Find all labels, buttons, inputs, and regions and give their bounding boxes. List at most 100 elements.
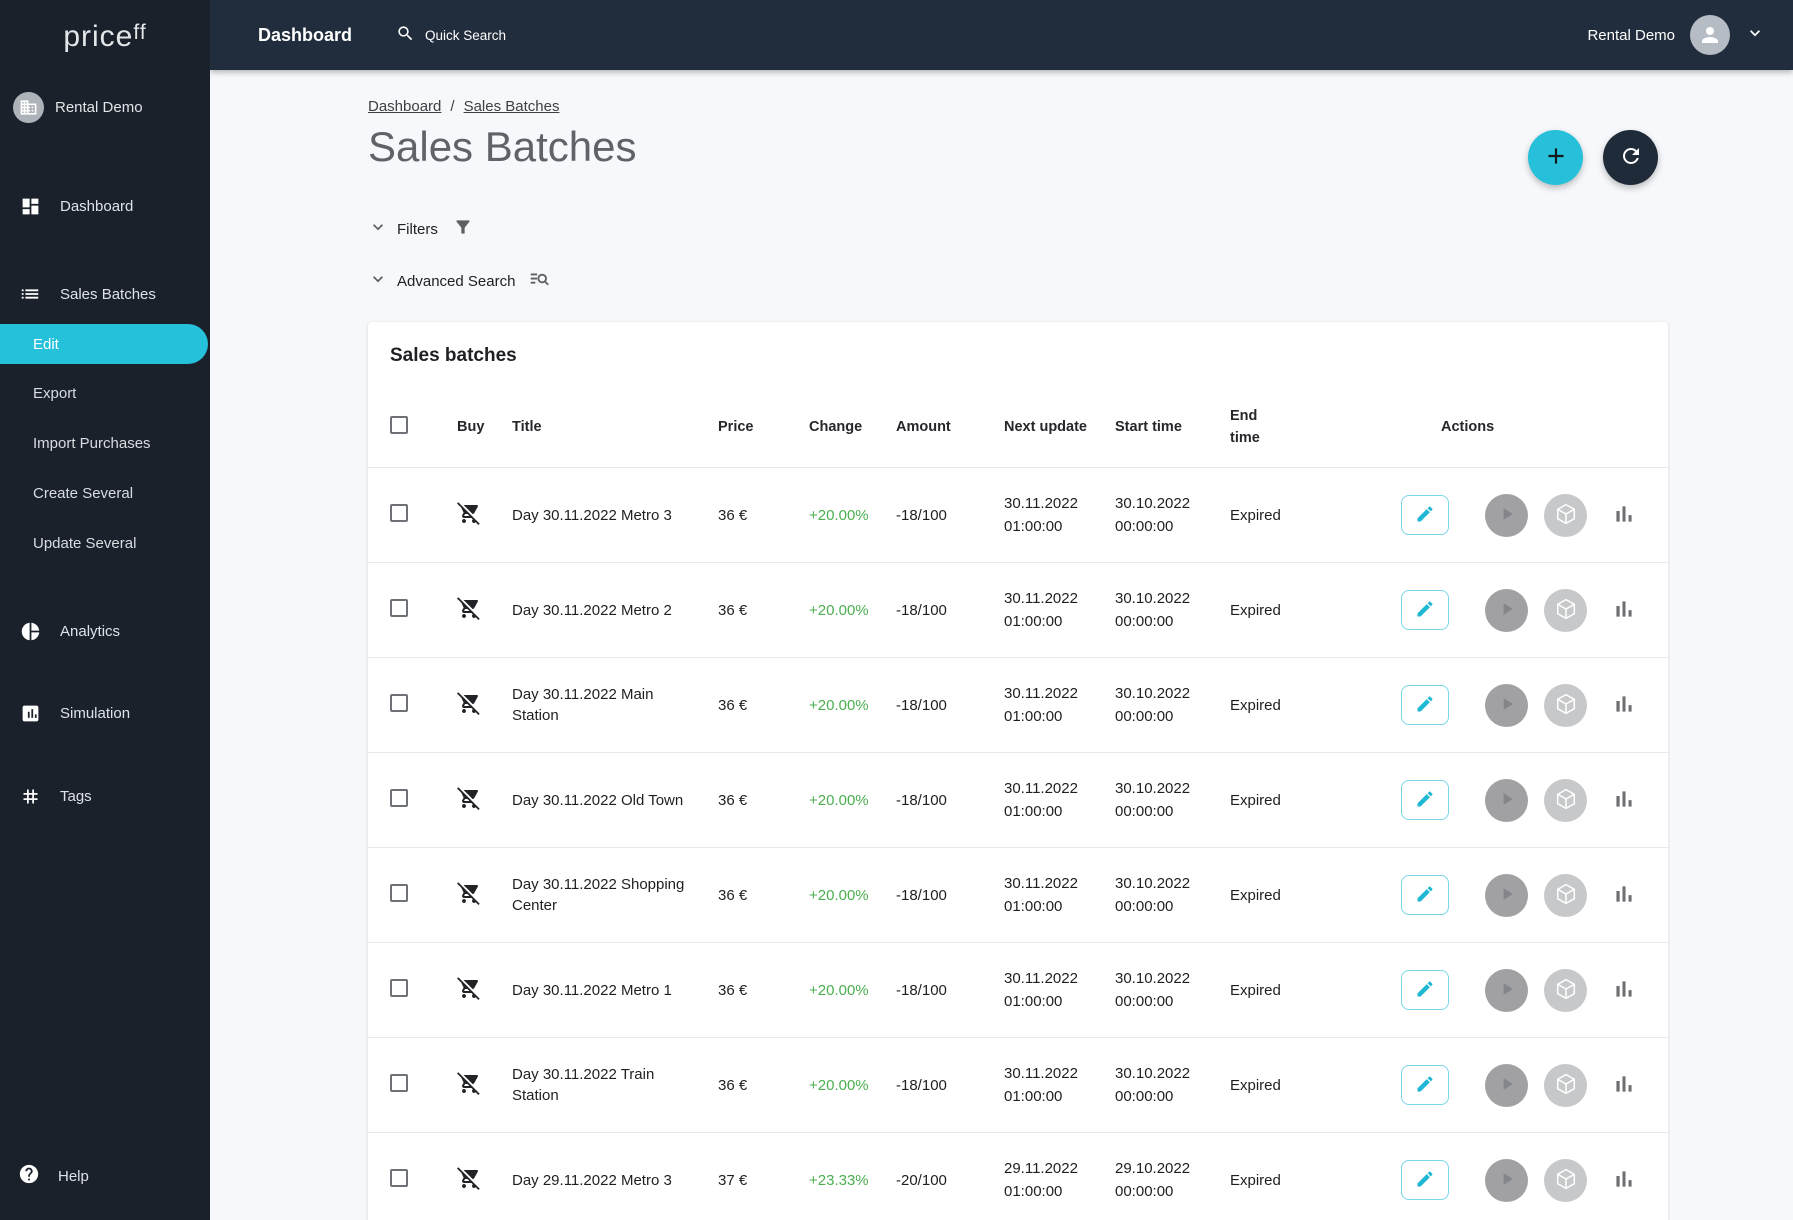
row-title: Day 30.11.2022 Old Town [512, 791, 684, 809]
row-actions [1401, 873, 1658, 917]
sidebar-item-edit[interactable]: Edit [0, 324, 208, 364]
row-checkbox[interactable] [390, 1074, 408, 1092]
package-button[interactable] [1544, 873, 1587, 917]
edit-button[interactable] [1401, 970, 1449, 1010]
row-amount: -20/100 [896, 1171, 947, 1189]
stats-button[interactable] [1609, 779, 1639, 822]
sidebar-item-analytics[interactable]: Analytics [0, 603, 210, 659]
stats-button[interactable] [1609, 969, 1639, 1012]
row-end-time: Expired [1230, 1171, 1281, 1189]
row-end-time: Expired [1230, 1076, 1281, 1094]
sidebar-account[interactable]: Rental Demo [0, 78, 210, 136]
sidebar-item-help[interactable]: Help [0, 1148, 210, 1204]
row-actions [1401, 588, 1658, 632]
row-price: 36 € [718, 791, 748, 809]
pencil-icon [1415, 789, 1435, 812]
sidebar-item-create-several[interactable]: Create Several [0, 469, 210, 517]
col-header-buy: Buy [457, 418, 485, 435]
stats-button[interactable] [1609, 1064, 1639, 1107]
sidebar-item-update-several[interactable]: Update Several [0, 519, 210, 567]
row-checkbox[interactable] [390, 979, 408, 997]
play-icon [1497, 789, 1517, 812]
play-button[interactable] [1485, 1063, 1528, 1107]
stats-button[interactable] [1609, 684, 1639, 727]
advanced-search-toggle[interactable]: Advanced Search [368, 268, 1793, 294]
breadcrumb-current-link[interactable]: Sales Batches [464, 98, 560, 115]
package-button[interactable] [1544, 1158, 1587, 1202]
building-icon [13, 91, 44, 123]
sidebar-item-import-purchases[interactable]: Import Purchases [0, 419, 210, 467]
stats-button[interactable] [1609, 1159, 1639, 1202]
play-button[interactable] [1485, 493, 1528, 537]
row-change: +20.00% [809, 791, 869, 809]
col-header-change: Change [809, 418, 863, 435]
filters-toggle[interactable]: Filters [368, 217, 1793, 241]
pencil-icon [1415, 504, 1435, 527]
play-button[interactable] [1485, 1158, 1528, 1202]
row-next-update: 30.11.2022 01:00:00 [1004, 780, 1078, 820]
breadcrumb-dashboard-link[interactable]: Dashboard [368, 98, 441, 115]
row-checkbox[interactable] [390, 789, 408, 807]
bar-chart-icon [1611, 786, 1637, 815]
row-next-update: 30.11.2022 01:00:00 [1004, 590, 1078, 630]
stats-button[interactable] [1609, 494, 1639, 537]
package-icon [1554, 1167, 1578, 1194]
row-next-update: 30.11.2022 01:00:00 [1004, 1065, 1078, 1105]
sidebar-item-sales-batches[interactable]: Sales Batches [0, 266, 210, 322]
edit-button[interactable] [1401, 685, 1449, 725]
edit-button[interactable] [1401, 495, 1449, 535]
table-row: Day 30.11.2022 Metro 3 36 € +20.00% -18/… [368, 467, 1668, 562]
sidebar-item-simulation[interactable]: Simulation [0, 685, 210, 741]
play-button[interactable] [1485, 588, 1528, 632]
row-title: Day 30.11.2022 Metro 2 [512, 601, 672, 619]
card-title: Sales batches [390, 345, 517, 366]
package-button[interactable] [1544, 1063, 1587, 1107]
row-start-time: 30.10.2022 00:00:00 [1115, 495, 1191, 535]
account-menu[interactable]: Rental Demo [1587, 15, 1765, 55]
play-icon [1497, 1074, 1517, 1097]
play-button[interactable] [1485, 873, 1528, 917]
quick-search[interactable]: Quick Search [396, 24, 506, 46]
sidebar-item-export[interactable]: Export [0, 369, 210, 417]
stats-button[interactable] [1609, 589, 1639, 632]
sidebar-item-tags[interactable]: Tags [0, 768, 210, 824]
refresh-button[interactable] [1603, 130, 1658, 185]
page-content: Dashboard / Sales Batches Sales Batches … [210, 70, 1793, 1220]
row-checkbox[interactable] [390, 1169, 408, 1187]
no-buy-icon [457, 1071, 512, 1099]
row-price: 36 € [718, 981, 748, 999]
edit-button[interactable] [1401, 875, 1449, 915]
row-start-time: 30.10.2022 00:00:00 [1115, 970, 1191, 1010]
package-button[interactable] [1544, 683, 1587, 727]
play-button[interactable] [1485, 778, 1528, 822]
breadcrumb-separator: / [450, 98, 455, 115]
select-all-checkbox[interactable] [390, 415, 408, 434]
row-checkbox[interactable] [390, 599, 408, 617]
package-button[interactable] [1544, 588, 1587, 632]
stats-button[interactable] [1609, 874, 1639, 917]
col-header-title: Title [512, 418, 542, 435]
logo-text: price [63, 20, 134, 53]
row-checkbox[interactable] [390, 694, 408, 712]
sidebar-item-dashboard[interactable]: Dashboard [0, 178, 210, 234]
row-checkbox[interactable] [390, 504, 408, 522]
row-change: +20.00% [809, 1076, 869, 1094]
play-button[interactable] [1485, 683, 1528, 727]
edit-button[interactable] [1401, 780, 1449, 820]
add-button[interactable] [1528, 130, 1583, 185]
row-amount: -18/100 [896, 696, 947, 714]
play-button[interactable] [1485, 968, 1528, 1012]
bar-chart-icon [1611, 691, 1637, 720]
edit-button[interactable] [1401, 1160, 1449, 1200]
edit-button[interactable] [1401, 1065, 1449, 1105]
package-button[interactable] [1544, 493, 1587, 537]
package-button[interactable] [1544, 778, 1587, 822]
package-button[interactable] [1544, 968, 1587, 1012]
edit-button[interactable] [1401, 590, 1449, 630]
package-icon [1554, 692, 1578, 719]
row-actions [1401, 683, 1658, 727]
row-price: 36 € [718, 601, 748, 619]
row-change: +20.00% [809, 601, 869, 619]
row-checkbox[interactable] [390, 884, 408, 902]
topbar: Dashboard Quick Search Rental Demo [210, 0, 1793, 70]
